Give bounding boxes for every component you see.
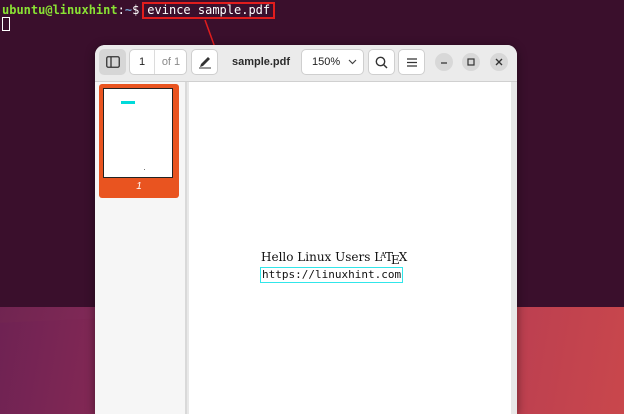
document-view[interactable]: Hello Linux Users LATEX https://linuxhin… [187,82,517,414]
thumbnail-label: 1 [136,181,142,192]
window-title: sample.pdf [231,56,291,68]
zoom-selector[interactable]: 150% [301,49,364,75]
sidebar-icon [105,56,120,68]
page-total-label: of 1 [161,56,181,68]
pen-icon [198,57,211,69]
search-button[interactable] [368,49,395,75]
dropdown-chevron-icon [348,59,357,65]
search-icon [375,56,388,69]
document-hyperlink[interactable]: https://linuxhint.com [260,267,404,283]
maximize-button[interactable] [462,53,480,71]
latex-logo: LATEX [374,250,408,267]
hamburger-menu-icon [406,57,417,67]
page-current-input[interactable]: 1 [130,50,155,74]
page-number-entry[interactable]: 1 of 1 [129,49,187,75]
thumbnail-page-preview [103,88,173,178]
main-menu-button[interactable] [398,49,425,75]
thumbnail-text-mark [121,101,135,104]
maximize-icon [467,58,475,66]
document-text-line: Hello Linux Users LATEX [261,250,408,267]
thumbnail-page-number-mark [144,169,145,170]
document-page: Hello Linux Users LATEX https://linuxhin… [189,82,511,414]
sidebar-toggle-button[interactable] [99,49,126,75]
evince-window: 1 of 1 sample.pdf 150% 1 Hello Linux Use… [95,45,517,414]
document-greeting: Hello Linux Users [261,250,371,264]
minimize-button[interactable] [435,53,453,71]
close-button[interactable] [490,53,508,71]
thumbnail-sidebar: 1 [95,82,187,414]
header-bar: 1 of 1 sample.pdf 150% [95,45,517,82]
zoom-value: 150% [312,56,341,68]
page-thumbnail-selected[interactable]: 1 [99,84,179,198]
annotate-button[interactable] [191,49,218,75]
minimize-icon [441,62,447,64]
close-icon [495,58,503,66]
